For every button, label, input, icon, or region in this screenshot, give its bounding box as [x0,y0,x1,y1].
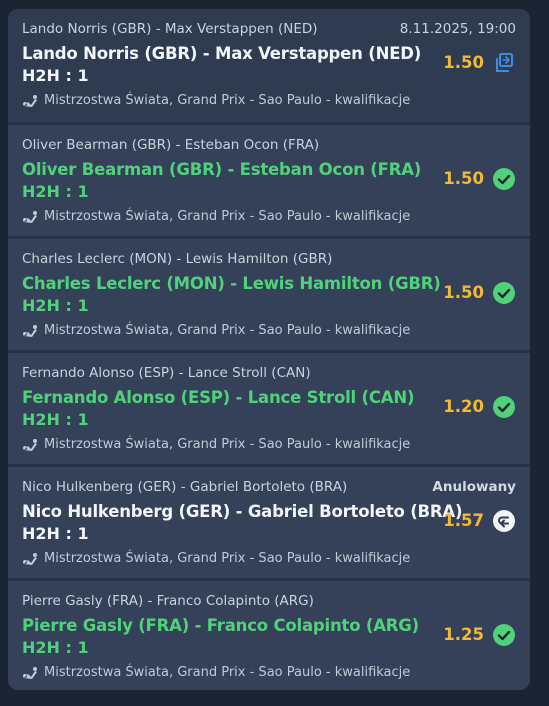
event-odds: 1.50 [443,283,484,302]
return-icon [493,510,515,532]
formula-car-icon [23,666,37,679]
event-header: Pierre Gasly (FRA) - Franco Colapinto (A… [22,593,516,609]
event-header-teams: Nico Hulkenberg (GER) - Gabriel Bortolet… [22,479,348,495]
event-odds: 1.57 [443,511,484,530]
check-icon [493,168,515,190]
pending-icon[interactable] [492,51,516,75]
formula-car-icon [23,438,37,451]
event-market: H2H : 1 [22,410,89,429]
event-league: Mistrzostwa Świata, Grand Prix - Sao Pau… [22,437,410,452]
event-league: Mistrzostwa Świata, Grand Prix - Sao Pau… [22,323,410,338]
event-header-teams: Fernando Alonso (ESP) - Lance Stroll (CA… [22,365,311,381]
formula-car-icon [23,210,37,223]
event-league-label: Mistrzostwa Świata, Grand Prix - Sao Pau… [44,437,411,452]
event-header-teams: Lando Norris (GBR) - Max Verstappen (NED… [22,21,318,37]
bet-event-card[interactable]: Lando Norris (GBR) - Max Verstappen (NED… [8,9,530,123]
event-market: H2H : 1 [22,66,89,85]
event-selection: Pierre Gasly (FRA) - Franco Colapinto (A… [22,616,419,635]
bet-event-card[interactable]: Oliver Bearman (GBR) - Esteban Ocon (FRA… [8,123,530,237]
event-league: Mistrzostwa Świata, Grand Prix - Sao Pau… [22,209,410,224]
event-header: Nico Hulkenberg (GER) - Gabriel Bortolet… [22,479,516,495]
event-market: H2H : 1 [22,638,89,657]
event-odds: 1.20 [443,397,484,416]
event-selection: Lando Norris (GBR) - Max Verstappen (NED… [22,44,422,63]
event-odds: 1.50 [443,169,484,188]
event-selection: Nico Hulkenberg (GER) - Gabriel Bortolet… [22,502,463,521]
check-icon [493,282,515,304]
event-market: H2H : 1 [22,182,89,201]
formula-car-icon [23,552,37,565]
check-icon [493,624,515,646]
bet-event-card[interactable]: Pierre Gasly (FRA) - Franco Colapinto (A… [8,579,530,690]
event-header-teams: Oliver Bearman (GBR) - Esteban Ocon (FRA… [22,137,320,153]
check-icon [493,396,515,418]
event-league: Mistrzostwa Świata, Grand Prix - Sao Pau… [22,665,410,680]
event-header: Oliver Bearman (GBR) - Esteban Ocon (FRA… [22,137,516,153]
event-header-teams: Charles Leclerc (MON) - Lewis Hamilton (… [22,251,333,267]
event-status-label: Anulowany [432,479,516,495]
formula-car-icon [23,324,37,337]
bet-event-card[interactable]: Fernando Alonso (ESP) - Lance Stroll (CA… [8,351,530,465]
event-selection: Charles Leclerc (MON) - Lewis Hamilton (… [22,274,441,293]
event-selection: Oliver Bearman (GBR) - Esteban Ocon (FRA… [22,160,422,179]
event-datetime: 8.11.2025, 19:00 [399,21,516,37]
event-header: Fernando Alonso (ESP) - Lance Stroll (CA… [22,365,516,381]
event-league: Mistrzostwa Świata, Grand Prix - Sao Pau… [22,93,410,108]
bet-event-card[interactable]: Charles Leclerc (MON) - Lewis Hamilton (… [8,237,530,351]
event-odds: 1.25 [443,625,484,644]
event-selection: Fernando Alonso (ESP) - Lance Stroll (CA… [22,388,415,407]
event-league-label: Mistrzostwa Świata, Grand Prix - Sao Pau… [44,93,411,108]
event-header: Charles Leclerc (MON) - Lewis Hamilton (… [22,251,516,267]
event-header: Lando Norris (GBR) - Max Verstappen (NED… [22,21,516,37]
event-league-label: Mistrzostwa Świata, Grand Prix - Sao Pau… [44,665,411,680]
event-header-teams: Pierre Gasly (FRA) - Franco Colapinto (A… [22,593,314,609]
event-league-label: Mistrzostwa Świata, Grand Prix - Sao Pau… [44,551,411,566]
event-league: Mistrzostwa Świata, Grand Prix - Sao Pau… [22,551,410,566]
event-odds: 1.50 [443,53,484,72]
event-league-label: Mistrzostwa Świata, Grand Prix - Sao Pau… [44,209,411,224]
formula-car-icon [23,94,37,107]
event-league-label: Mistrzostwa Świata, Grand Prix - Sao Pau… [44,323,411,338]
event-market: H2H : 1 [22,296,89,315]
event-market: H2H : 1 [22,524,89,543]
bet-event-card[interactable]: Nico Hulkenberg (GER) - Gabriel Bortolet… [8,465,530,579]
bet-slip-panel: Lando Norris (GBR) - Max Verstappen (NED… [8,9,530,690]
